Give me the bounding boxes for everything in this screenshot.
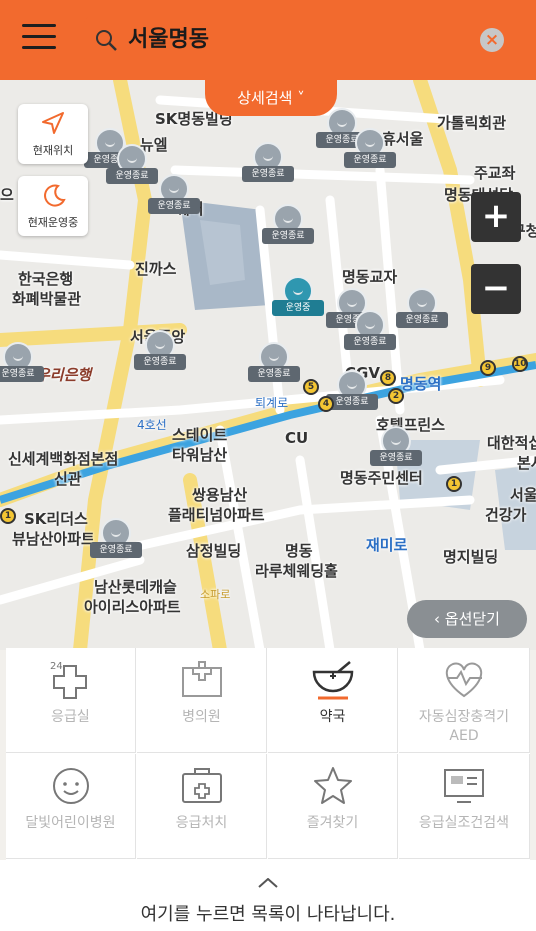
- close-options-button[interactable]: ‹ 옵션닫기: [407, 600, 527, 638]
- search-icon: [96, 30, 117, 51]
- chevron-up-icon: [258, 878, 278, 888]
- pharmacy-marker-closed[interactable]: 운영종료: [134, 330, 186, 370]
- place-label: 대한적십자사: [487, 434, 536, 452]
- category-child-hospital[interactable]: 달빛어린이병원: [6, 754, 136, 859]
- pharmacy-marker-closed[interactable]: 운영종료: [344, 128, 396, 168]
- place-label: 뷰남산아파트: [12, 530, 95, 548]
- place-label: 명동: [285, 542, 313, 560]
- subway-exit-icon: 1: [0, 508, 16, 524]
- place-label: 서울: [510, 486, 536, 504]
- detail-search-tab[interactable]: 상세검색 ˅: [205, 80, 337, 116]
- road-label: 소파로: [200, 588, 231, 601]
- current-location-button[interactable]: 현재위치: [18, 104, 88, 164]
- place-label: 신관: [54, 470, 82, 488]
- pharmacy-marker-closed[interactable]: 운영종료: [106, 144, 158, 184]
- place-label: 명동주민센터: [340, 469, 423, 487]
- place-label: 타워남산: [172, 446, 228, 464]
- moon-icon: [44, 184, 66, 207]
- place-label: 삼정빌딩: [186, 542, 242, 560]
- place-label: 명동교자: [342, 268, 398, 286]
- place-label: 쌍용남산: [192, 486, 248, 504]
- star-icon: [314, 767, 352, 804]
- pharmacy-marker-closed[interactable]: 운영종료: [148, 174, 200, 214]
- hamburger-icon: [22, 24, 56, 27]
- clear-search-button[interactable]: ×: [480, 28, 504, 52]
- place-label: 으: [0, 186, 14, 204]
- place-label: 화폐박물관: [12, 290, 82, 308]
- chevron-left-icon: ‹: [434, 610, 445, 628]
- svg-text:24: 24: [50, 661, 63, 672]
- pharmacy-marker-closed[interactable]: 운영종료: [242, 142, 294, 182]
- place-label: 라루체웨딩홀: [255, 562, 338, 580]
- place-label: 한국은행: [18, 270, 74, 288]
- zoom-in-button[interactable]: +: [471, 192, 521, 242]
- place-label: 스테이트: [172, 426, 228, 444]
- category-emergency-room[interactable]: 24 응급실: [6, 648, 136, 753]
- place-label: 남산롯데캐슬: [94, 578, 177, 596]
- pharmacy-marker-closed[interactable]: 운영종료: [344, 310, 396, 350]
- road-label: 재미로: [366, 536, 408, 554]
- category-first-aid[interactable]: 응급처치: [137, 754, 267, 859]
- child-face-icon: [53, 768, 89, 804]
- hospital-icon: [182, 661, 222, 697]
- category-hospital[interactable]: 병의원: [137, 648, 267, 753]
- subway-exit-icon: 10: [512, 356, 528, 372]
- place-label: 주교좌: [474, 164, 516, 182]
- pharmacy-marker-closed[interactable]: 운영종료: [248, 342, 300, 382]
- map-view[interactable]: SK명동빌딩 가톨릭회관 휴서울 주교좌 명동대성당 교구청 퀘어 진까스 한국…: [0, 80, 536, 650]
- pharmacy-marker-closed[interactable]: 운영종료: [262, 204, 314, 244]
- subway-exit-icon: 4: [318, 396, 334, 412]
- place-label: 가톨릭회관: [437, 114, 507, 132]
- place-label: 명지빌딩: [443, 548, 499, 566]
- search-box[interactable]: 서울명동 ×: [84, 16, 520, 64]
- subway-exit-icon: 8: [380, 370, 396, 386]
- aed-heart-icon: [445, 662, 483, 698]
- place-label: 아이리스아파트: [84, 598, 181, 616]
- place-label: 신세계백화점본점: [8, 450, 119, 468]
- emergency-24-icon: 24: [50, 661, 87, 699]
- place-label: 플래티넘아파트: [168, 506, 265, 524]
- monitor-icon: [444, 769, 484, 803]
- pharmacy-marker-closed[interactable]: 운영종료: [396, 288, 448, 328]
- open-now-button[interactable]: 현재운영중: [18, 176, 88, 236]
- place-label: 건강가: [485, 506, 527, 524]
- subway-line-label: 4호선: [137, 418, 167, 432]
- pharmacy-icon: [312, 661, 354, 700]
- search-input[interactable]: 서울명동: [128, 24, 209, 56]
- subway-exit-icon: 1: [446, 476, 462, 492]
- subway-exit-icon: 9: [480, 360, 496, 376]
- list-toggle-bar[interactable]: 여기를 누르면 목록이 나타납니다.: [0, 860, 536, 931]
- place-label: 휴서울: [382, 130, 424, 148]
- list-hint-text: 여기를 누르면 목록이 나타납니다.: [140, 904, 396, 925]
- place-label: 진까스: [135, 260, 177, 278]
- road-label: 퇴계로: [255, 396, 289, 410]
- pharmacy-marker-open[interactable]: 운영중: [272, 276, 324, 316]
- top-bar: 서울명동 ×: [0, 0, 536, 80]
- location-arrow-icon: [42, 112, 64, 134]
- pharmacy-marker-closed[interactable]: 운영종료: [326, 370, 378, 410]
- subway-exit-icon: 2: [388, 388, 404, 404]
- first-aid-kit-icon: [182, 768, 222, 803]
- menu-button[interactable]: [22, 24, 56, 54]
- category-favorites[interactable]: 즐겨찾기: [268, 754, 398, 859]
- subway-exit-icon: 5: [303, 379, 319, 395]
- pharmacy-marker-closed[interactable]: 운영종료: [370, 426, 422, 466]
- category-pharmacy[interactable]: 약국: [268, 648, 398, 753]
- pharmacy-marker-closed[interactable]: 운영종료: [90, 518, 142, 558]
- station-label: 명동역: [400, 375, 442, 393]
- pharmacy-marker-closed[interactable]: 운영종료: [0, 342, 44, 382]
- place-label: 우리은행: [36, 366, 92, 384]
- category-panel: 24 응급실 병의원 약국 자동심장충격기 AED 달빛어린이병원 응급처치 즐…: [6, 648, 530, 860]
- place-label: 본사: [517, 454, 536, 472]
- place-label: SK리더스: [24, 510, 88, 528]
- category-er-condition-search[interactable]: 응급실조건검색: [399, 754, 530, 859]
- category-aed[interactable]: 자동심장충격기 AED: [399, 648, 530, 753]
- place-label: CU: [285, 429, 309, 447]
- zoom-out-button[interactable]: −: [471, 264, 521, 314]
